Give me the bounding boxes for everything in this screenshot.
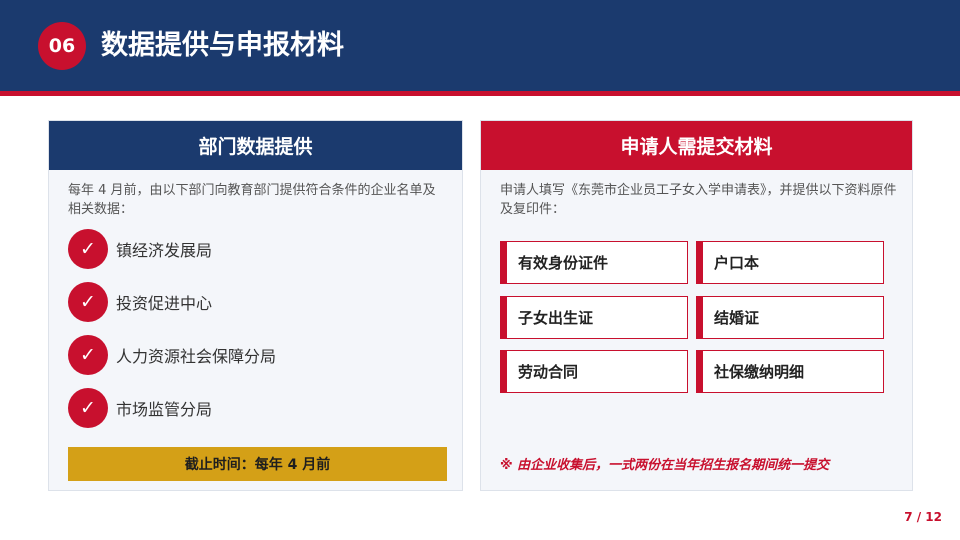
list-item: ✓ 市场监管分局 xyxy=(68,388,276,428)
materials-panel-title: 申请人需提交材料 xyxy=(481,121,912,170)
check-icon: ✓ xyxy=(68,282,108,322)
department-data-panel: 部门数据提供 每年 4 月前，由以下部门向教育部门提供符合条件的企业名单及相关数… xyxy=(48,120,463,491)
check-icon: ✓ xyxy=(68,229,108,269)
submission-note: ※ 由企业收集后，一式两份在当年招生报名期间统一提交 xyxy=(500,458,830,473)
material-card: 有效身份证件 xyxy=(500,241,688,284)
department-name: 投资促进中心 xyxy=(116,294,213,313)
list-item: ✓ 人力资源社会保障分局 xyxy=(68,335,276,375)
department-panel-intro: 每年 4 月前，由以下部门向教育部门提供符合条件的企业名单及相关数据： xyxy=(68,183,436,217)
page-title: 数据提供与申报材料 xyxy=(101,30,344,61)
department-name: 镇经济发展局 xyxy=(116,241,213,260)
material-card: 结婚证 xyxy=(696,296,884,339)
applicant-materials-panel: 申请人需提交材料 申请人填写《东莞市企业员工子女入学申请表》，并提供以下资料原件… xyxy=(480,120,913,491)
material-card: 社保缴纳明细 xyxy=(696,350,884,393)
header-accent-stripe xyxy=(0,91,960,96)
department-name: 人力资源社会保障分局 xyxy=(116,347,277,366)
department-panel-title: 部门数据提供 xyxy=(49,121,462,170)
materials-grid: 有效身份证件 户口本 子女出生证 结婚证 劳动合同 社保缴纳明细 xyxy=(500,241,885,394)
material-card: 子女出生证 xyxy=(500,296,688,339)
department-list: ✓ 镇经济发展局 ✓ 投资促进中心 ✓ 人力资源社会保障分局 ✓ 市场监管分局 xyxy=(68,229,276,441)
materials-panel-intro: 申请人填写《东莞市企业员工子女入学申请表》，并提供以下资料原件及复印件： xyxy=(500,183,897,217)
check-icon: ✓ xyxy=(68,388,108,428)
department-name: 市场监管分局 xyxy=(116,400,213,419)
check-icon: ✓ xyxy=(68,335,108,375)
list-item: ✓ 投资促进中心 xyxy=(68,282,276,322)
deadline-banner: 截止时间：每年 4 月前 xyxy=(68,447,447,481)
list-item: ✓ 镇经济发展局 xyxy=(68,229,276,269)
material-card: 劳动合同 xyxy=(500,350,688,393)
section-number-badge: 06 xyxy=(38,22,86,70)
material-card: 户口本 xyxy=(696,241,884,284)
page-number: 7 / 12 xyxy=(904,510,942,524)
